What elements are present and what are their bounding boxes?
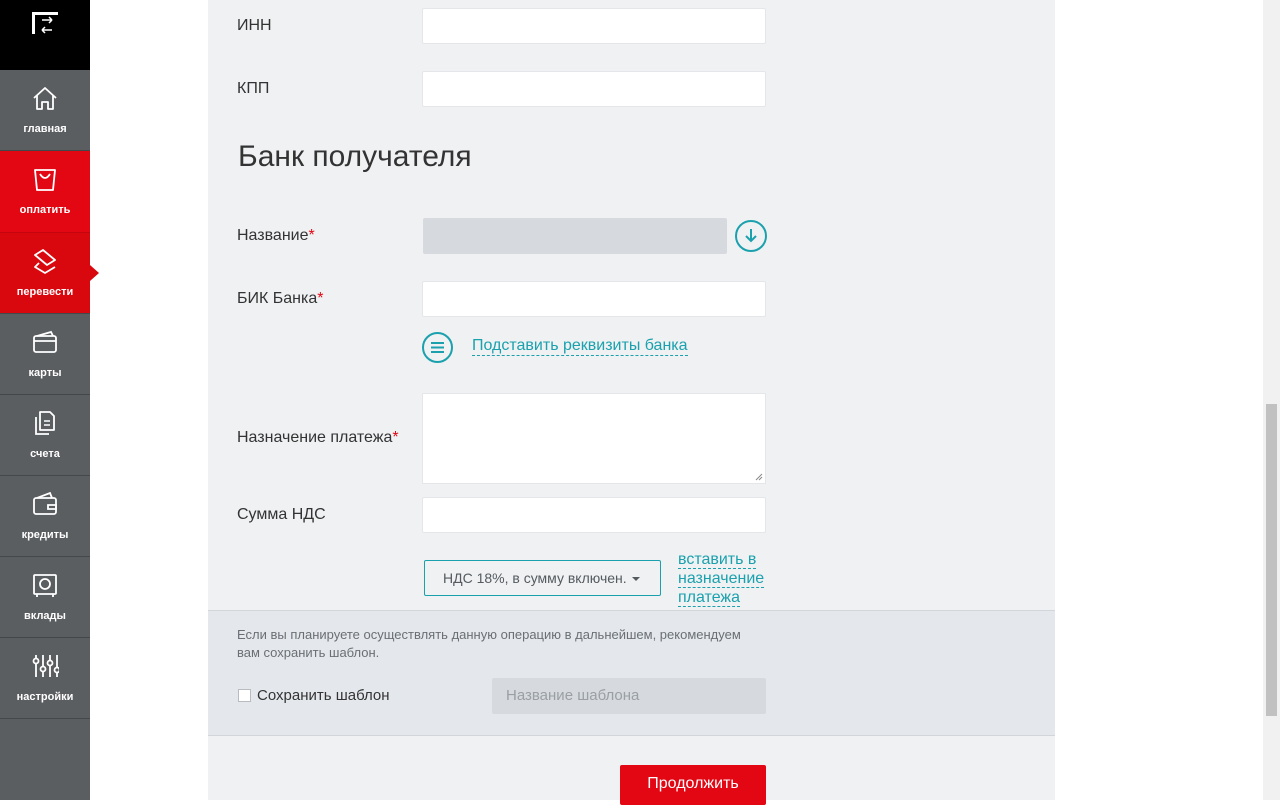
payment-purpose-textarea[interactable] — [422, 393, 766, 484]
fill-bank-details-link[interactable]: Подставить реквизиты банка — [472, 337, 688, 356]
insert-vat-link[interactable]: вставить в назначение платежа — [678, 550, 778, 607]
kpp-label: КПП — [237, 80, 270, 97]
bank-name-field — [423, 218, 727, 254]
sidebar-item-label: карты — [28, 367, 62, 379]
template-hint: Если вы планируете осуществлять данную о… — [237, 627, 741, 660]
sidebar-item-transfer[interactable]: перевести — [0, 233, 90, 314]
sidebar-item-label: главная — [23, 123, 67, 135]
sidebar-item-credits[interactable]: кредиты — [0, 476, 90, 557]
sidebar-item-deposits[interactable]: вклады — [0, 557, 90, 638]
safe-icon — [33, 574, 57, 597]
vat-select[interactable]: НДС 18%, в сумму включен. — [424, 560, 661, 596]
logo[interactable] — [0, 0, 90, 70]
vat-amount-field[interactable] — [422, 497, 766, 533]
sidebar-item-settings[interactable]: настройки — [0, 638, 90, 719]
required-mark: * — [392, 429, 399, 446]
sidebar-item-cards[interactable]: карты — [0, 314, 90, 395]
chevron-down-icon — [632, 577, 640, 581]
sliders-icon — [32, 655, 59, 677]
bik-label: БИК Банка* — [237, 290, 324, 307]
required-mark: * — [317, 290, 324, 307]
active-indicator — [90, 265, 99, 281]
download-bank-button[interactable] — [735, 220, 767, 252]
required-mark: * — [308, 227, 315, 244]
scrollbar-thumb[interactable] — [1266, 404, 1277, 716]
sidebar-item-home[interactable]: главная — [0, 70, 90, 151]
inn-field[interactable] — [422, 8, 766, 44]
list-icon — [431, 342, 444, 353]
sidebar-item-label: вклады — [24, 610, 66, 622]
template-name-input[interactable]: Название шаблона — [492, 678, 766, 714]
save-template-checkbox[interactable] — [238, 689, 251, 702]
sidebar-item-label: оплатить — [19, 204, 71, 216]
transfer-icon — [34, 249, 56, 274]
bank-details-list-button[interactable] — [422, 332, 453, 363]
home-icon — [33, 87, 57, 110]
sidebar: главная оплатить перевести карты счета к… — [0, 0, 90, 800]
sidebar-item-accounts[interactable]: счета — [0, 395, 90, 476]
bank-name-label: Название* — [237, 227, 315, 244]
bik-field[interactable] — [422, 281, 766, 317]
wallet-icon — [33, 491, 57, 515]
logo-icon — [32, 12, 58, 34]
section-title: Банк получателя — [238, 140, 472, 173]
continue-button[interactable]: Продолжить — [620, 765, 766, 805]
sidebar-item-pay[interactable]: оплатить — [0, 151, 90, 233]
resize-grip-icon[interactable] — [755, 473, 763, 481]
save-template-label[interactable]: Сохранить шаблон — [257, 687, 390, 704]
vat-amount-label: Сумма НДС — [237, 506, 326, 523]
vat-select-value: НДС 18%, в сумму включен. — [443, 570, 627, 586]
sidebar-item-label: перевести — [16, 286, 74, 298]
arrow-down-icon — [745, 229, 757, 243]
sidebar-item-label: счета — [30, 448, 60, 460]
shopping-bag-icon — [34, 169, 56, 191]
kpp-field[interactable] — [422, 71, 766, 107]
sidebar-item-label: настройки — [16, 691, 74, 703]
documents-icon — [35, 411, 55, 435]
inn-label: ИНН — [237, 17, 272, 34]
card-icon — [33, 330, 57, 353]
sidebar-item-label: кредиты — [21, 529, 69, 541]
payment-purpose-label: Назначение платежа* — [237, 429, 399, 446]
